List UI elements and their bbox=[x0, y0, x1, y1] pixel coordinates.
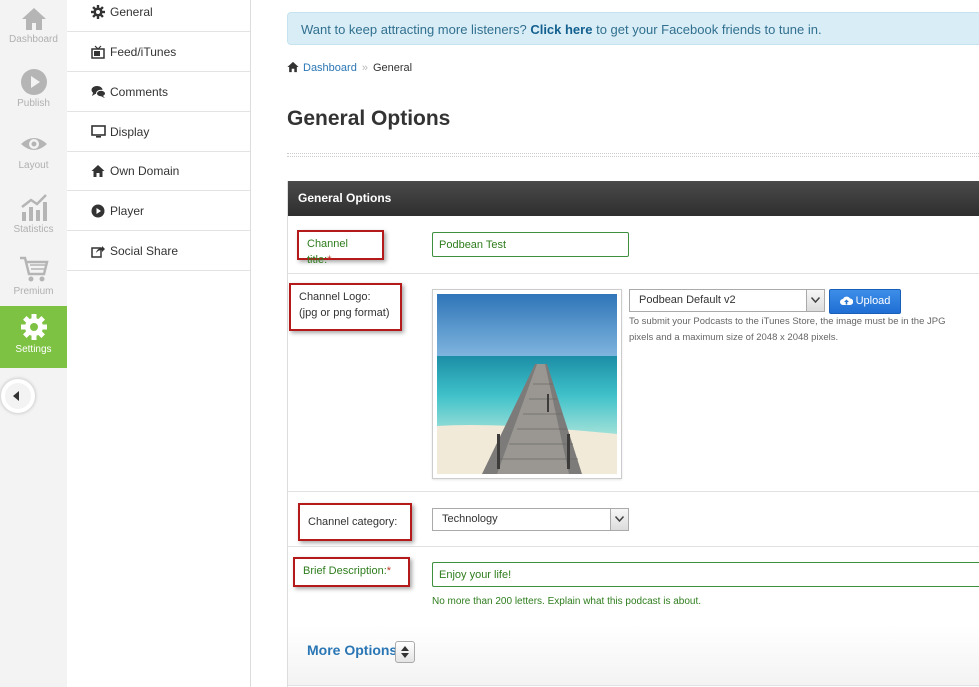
tv-icon bbox=[91, 45, 105, 59]
subnav-item-label: Comments bbox=[110, 85, 169, 99]
home-icon bbox=[21, 8, 46, 30]
rail-item-label: Publish bbox=[17, 98, 50, 109]
chevron-left-icon bbox=[13, 391, 19, 401]
channel-category-row: Channel category: bbox=[288, 491, 979, 547]
rail-item-label: Settings bbox=[15, 344, 52, 355]
cloud-upload-icon bbox=[839, 296, 853, 305]
rail-item-settings[interactable]: Settings bbox=[0, 306, 67, 368]
breadcrumb: Dashboard » General bbox=[287, 61, 412, 74]
channel-logo-label: Channel Logo: (jpg or png format) bbox=[289, 283, 402, 331]
chevron-down-icon bbox=[811, 297, 820, 303]
beach-pier-image bbox=[437, 294, 617, 474]
sort-arrows-icon bbox=[401, 646, 409, 658]
subnav-item-display[interactable]: Display bbox=[67, 113, 250, 152]
subnav-item-general[interactable]: General bbox=[67, 0, 250, 32]
select-value: Technology bbox=[442, 513, 498, 525]
breadcrumb-dashboard-link[interactable]: Dashboard bbox=[303, 62, 357, 74]
gear-icon bbox=[20, 314, 47, 340]
label-text: Channel Logo: bbox=[299, 291, 371, 303]
rail-item-publish[interactable]: Publish bbox=[0, 62, 67, 124]
eye-icon bbox=[20, 138, 47, 150]
rail-item-label: Dashboard bbox=[9, 34, 58, 45]
monitor-icon bbox=[91, 125, 106, 138]
subnav-item-label: General bbox=[110, 5, 153, 19]
rail-item-label: Premium bbox=[13, 286, 54, 297]
label-subtext: (jpg or png format) bbox=[299, 307, 390, 319]
subnav-item-label: Player bbox=[110, 204, 145, 218]
logo-preset-select[interactable]: Podbean Default v2 bbox=[629, 289, 825, 312]
general-options-panel: General Options Channel title:* Channel … bbox=[287, 181, 979, 687]
breadcrumb-separator: » bbox=[361, 62, 368, 74]
rail-item-statistics[interactable]: Statistics bbox=[0, 186, 67, 248]
label-text: Channel category: bbox=[308, 516, 398, 528]
brief-description-label: Brief Description:* bbox=[293, 557, 410, 587]
page-title: General Options bbox=[287, 107, 451, 130]
upload-button[interactable]: Upload bbox=[829, 289, 901, 314]
more-options-link[interactable]: More Options bbox=[307, 642, 397, 658]
icon-rail: Dashboard Publish Layout Statistics Prem… bbox=[0, 0, 68, 687]
main-content: Want to keep attracting more listeners? … bbox=[251, 0, 979, 687]
play-icon bbox=[20, 69, 47, 95]
upload-button-label: Upload bbox=[855, 295, 891, 307]
channel-category-select[interactable]: Technology bbox=[432, 508, 629, 531]
logo-hint: To submit your Podcasts to the iTunes St… bbox=[629, 314, 945, 346]
subnav-item-label: Display bbox=[110, 125, 150, 139]
play-icon bbox=[91, 204, 105, 218]
settings-subnav: General Feed/iTunes Comments Display Own… bbox=[67, 0, 251, 687]
rail-item-label: Statistics bbox=[13, 224, 54, 235]
brief-description-input[interactable] bbox=[432, 562, 979, 587]
channel-category-label: Channel category: bbox=[298, 503, 412, 541]
click-here-link[interactable]: Click here bbox=[530, 22, 592, 37]
share-icon bbox=[91, 246, 105, 258]
title-divider bbox=[287, 153, 979, 157]
label-text: Brief Description: bbox=[303, 565, 387, 577]
collapse-sidebar-button[interactable] bbox=[0, 378, 36, 414]
brief-description-hint: No more than 200 letters. Explain what t… bbox=[432, 596, 702, 607]
panel-header: General Options bbox=[288, 181, 979, 216]
rail-item-dashboard[interactable]: Dashboard bbox=[0, 0, 67, 62]
brief-description-row: Brief Description:* No more than 200 let… bbox=[288, 546, 979, 626]
required-marker: * bbox=[386, 565, 392, 577]
dropdown-arrow bbox=[806, 290, 824, 311]
channel-title-input[interactable] bbox=[432, 232, 629, 257]
comments-icon bbox=[91, 86, 106, 98]
subnav-item-player[interactable]: Player bbox=[67, 192, 250, 231]
select-value: Podbean Default v2 bbox=[639, 294, 736, 306]
subnav-item-label: Own Domain bbox=[110, 164, 180, 178]
home-icon bbox=[287, 61, 299, 73]
subnav-item-own-domain[interactable]: Own Domain bbox=[67, 152, 250, 191]
more-options-row: More Options bbox=[288, 625, 979, 686]
home-icon bbox=[91, 165, 105, 177]
gear-icon bbox=[91, 5, 105, 19]
channel-title-label: Channel title:* bbox=[297, 230, 384, 266]
dropdown-arrow bbox=[610, 509, 628, 530]
subnav-item-label: Feed/iTunes bbox=[110, 45, 177, 59]
subnav-item-comments[interactable]: Comments bbox=[67, 73, 250, 112]
subnav-item-social-share[interactable]: Social Share bbox=[67, 232, 250, 271]
subnav-item-feed-itunes[interactable]: Feed/iTunes bbox=[67, 33, 250, 72]
channel-logo-image bbox=[432, 289, 622, 479]
subnav-item-label: Social Share bbox=[110, 244, 179, 258]
cart-icon bbox=[19, 256, 49, 282]
channel-title-row: Channel title:* bbox=[288, 216, 979, 274]
bar-chart-icon bbox=[20, 194, 47, 221]
notice-text: Want to keep attracting more listeners? bbox=[301, 22, 527, 37]
breadcrumb-current: General bbox=[372, 62, 413, 74]
notice-text: to get your Facebook friends to tune in. bbox=[596, 22, 822, 37]
rail-item-premium[interactable]: Premium bbox=[0, 248, 67, 310]
facebook-notice: Want to keep attracting more listeners? … bbox=[287, 12, 979, 45]
rail-item-layout[interactable]: Layout bbox=[0, 124, 67, 186]
chevron-down-icon bbox=[615, 516, 624, 522]
required-marker: * bbox=[327, 254, 332, 266]
more-options-toggle[interactable] bbox=[395, 641, 415, 663]
hint-text: To submit your Podcasts to the iTunes St… bbox=[629, 316, 946, 327]
hint-text: pixels and a maximum size of 2048 x 2048… bbox=[629, 332, 839, 343]
rail-item-label: Layout bbox=[18, 160, 49, 171]
